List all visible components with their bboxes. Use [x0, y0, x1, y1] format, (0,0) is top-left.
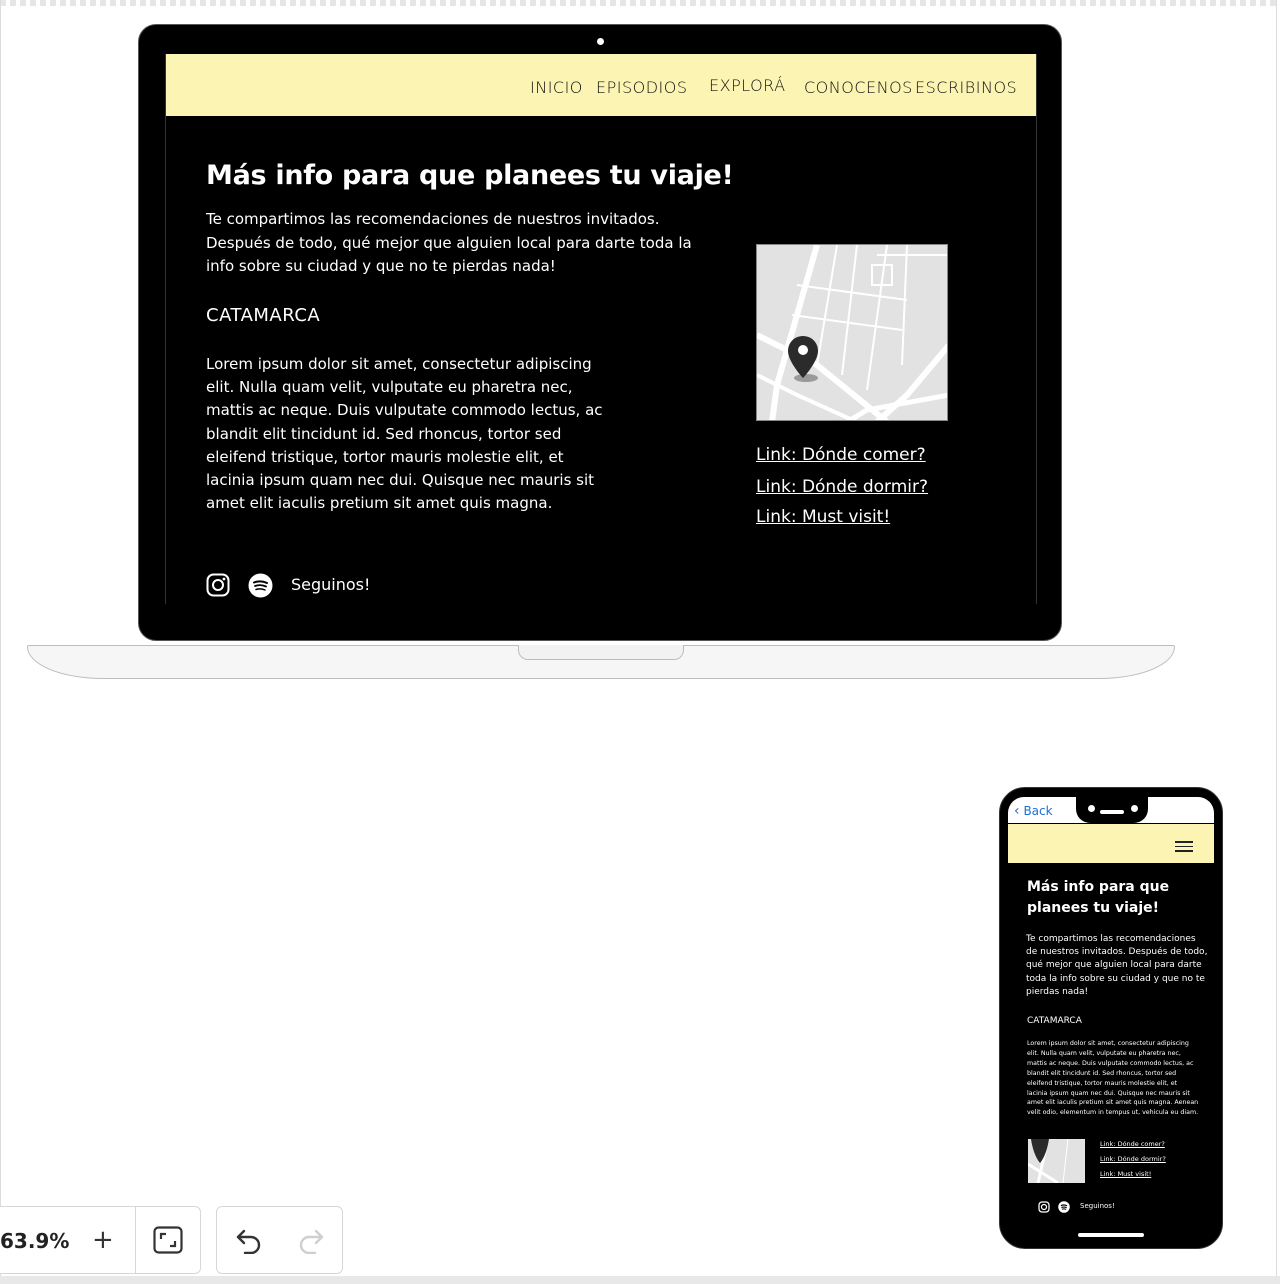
- zoom-in-button[interactable]: +: [92, 1226, 114, 1254]
- undo-icon[interactable]: [235, 1226, 263, 1254]
- notch-speaker: [1100, 810, 1124, 814]
- laptop-hinge-notch: [518, 645, 684, 660]
- mobile-map-graphic: [1028, 1139, 1069, 1183]
- mobile-follow-label: Seguinos!: [1080, 1202, 1115, 1210]
- notch-camera: [1131, 805, 1138, 812]
- canvas-edge-left: [0, 0, 1, 1284]
- nav-inicio[interactable]: INICIO: [530, 78, 583, 97]
- mobile-intro-text: Te compartimos las recomendaciones de nu…: [1026, 934, 1208, 997]
- notch-sensor: [1088, 805, 1095, 812]
- back-label: Back: [1023, 804, 1053, 818]
- region-heading: CATAMARCA: [206, 305, 321, 326]
- nav-conocenos[interactable]: CONOCENOS: [804, 78, 913, 97]
- mobile-page-title: Más info para que planees tu viaje!: [1027, 879, 1170, 916]
- nav-escribinos[interactable]: ESCRIBINOS: [915, 78, 1017, 97]
- map-image[interactable]: [756, 244, 948, 421]
- intro-text: Te compartimos las recomendaciones de nu…: [206, 210, 692, 275]
- canvas-edge-right: [1276, 0, 1277, 1284]
- mobile-spotify-icon[interactable]: [1058, 1201, 1070, 1213]
- chevron-left-icon: ‹: [1014, 803, 1020, 819]
- desktop-screen: INICIO EPISODIOS EXPLORÁ CONOCENOS ESCRI…: [165, 54, 1037, 604]
- mobile-link-donde-dormir[interactable]: Link: Dónde dormir?: [1100, 1155, 1166, 1163]
- mobile-link-must-visit[interactable]: Link: Must visit!: [1100, 1170, 1151, 1178]
- desktop-navbar: INICIO EPISODIOS EXPLORÁ CONOCENOS ESCRI…: [166, 54, 1036, 116]
- follow-label: Seguinos!: [291, 575, 371, 594]
- redo-icon[interactable]: [297, 1226, 325, 1254]
- camera-icon: [597, 38, 604, 45]
- home-indicator: [1078, 1233, 1144, 1237]
- canvas-ruler: [0, 0, 1280, 6]
- nav-episodios[interactable]: EPISODIOS: [596, 78, 688, 97]
- toolbar-divider: [135, 1207, 136, 1273]
- link-donde-comer[interactable]: Link: Dónde comer?: [756, 445, 926, 465]
- spotify-icon[interactable]: [248, 573, 273, 598]
- canvas-bottom-edge: [0, 1276, 1280, 1284]
- fit-screen-icon[interactable]: [153, 1226, 183, 1254]
- mobile-link-donde-comer[interactable]: Link: Dónde comer?: [1100, 1140, 1165, 1148]
- page-title: Más info para que planees tu viaje!: [206, 160, 734, 191]
- region-description: Lorem ipsum dolor sit amet, consectetur …: [206, 355, 603, 513]
- link-must-visit[interactable]: Link: Must visit!: [756, 507, 890, 527]
- nav-explora[interactable]: EXPLORÁ: [709, 76, 786, 95]
- map-graphic: [757, 245, 947, 420]
- back-button[interactable]: ‹ Back: [1014, 803, 1053, 819]
- mobile-map-image[interactable]: [1028, 1139, 1085, 1183]
- zoom-level[interactable]: 63.9%: [0, 1229, 69, 1253]
- mobile-instagram-icon[interactable]: [1038, 1201, 1050, 1213]
- mobile-region-heading: CATAMARCA: [1027, 1016, 1082, 1026]
- instagram-icon[interactable]: [206, 573, 230, 597]
- mobile-screen: ‹ Back Más info para que planees tu viaj…: [1008, 797, 1214, 1237]
- link-donde-dormir[interactable]: Link: Dónde dormir?: [756, 477, 928, 497]
- map-pin-icon: [788, 336, 818, 382]
- mobile-region-description: Lorem ipsum dolor sit amet, consectetur …: [1027, 1040, 1199, 1117]
- hamburger-icon[interactable]: [1175, 841, 1193, 853]
